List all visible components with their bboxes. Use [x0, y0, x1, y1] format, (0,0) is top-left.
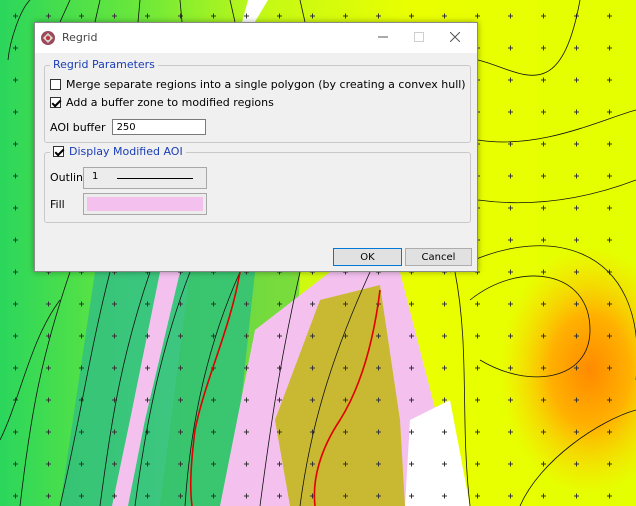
regrid-parameters-group: Regrid Parameters Merge separate regions… [44, 58, 471, 143]
dialog-title: Regrid [62, 31, 98, 44]
display-modified-aoi-label: Display Modified AOI [69, 145, 183, 158]
maximize-button[interactable] [401, 23, 437, 53]
display-modified-aoi-title[interactable]: Display Modified AOI [50, 145, 186, 158]
outline-width-value: 1 [92, 171, 99, 182]
display-modified-aoi-checkbox[interactable] [53, 146, 64, 157]
aoi-buffer-row: AOI buffer 250 [50, 119, 206, 135]
aoi-buffer-input[interactable]: 250 [111, 119, 206, 135]
buffer-zone-label: Add a buffer zone to modified regions [66, 96, 274, 109]
dialog-titlebar[interactable]: Regrid [35, 23, 477, 53]
fill-row: Fill [50, 198, 65, 211]
merge-regions-checkbox[interactable] [50, 79, 61, 90]
maximize-icon [414, 31, 424, 45]
close-button[interactable] [437, 23, 473, 53]
ok-button[interactable]: OK [333, 248, 402, 266]
regrid-parameters-title: Regrid Parameters [50, 58, 158, 71]
merge-regions-row[interactable]: Merge separate regions into a single pol… [50, 78, 466, 91]
fill-color-swatch [87, 197, 203, 211]
minimize-icon [378, 32, 388, 45]
app-logo-icon [40, 30, 56, 46]
close-icon [449, 31, 461, 45]
aoi-buffer-label: AOI buffer [50, 120, 106, 134]
buffer-zone-row[interactable]: Add a buffer zone to modified regions [50, 96, 274, 109]
merge-regions-label: Merge separate regions into a single pol… [66, 78, 466, 91]
cancel-button[interactable]: Cancel [405, 248, 472, 266]
regrid-dialog: Regrid Regrid Parameters Merge separate … [34, 22, 478, 272]
outline-line-preview [117, 178, 193, 179]
outline-style-button[interactable]: 1 [83, 167, 207, 189]
buffer-zone-checkbox[interactable] [50, 97, 61, 108]
fill-label: Fill [50, 198, 65, 211]
display-modified-aoi-group: Display Modified AOI Outline 1 Fill [44, 145, 471, 223]
fill-color-button[interactable] [83, 193, 207, 215]
minimize-button[interactable] [365, 23, 401, 53]
